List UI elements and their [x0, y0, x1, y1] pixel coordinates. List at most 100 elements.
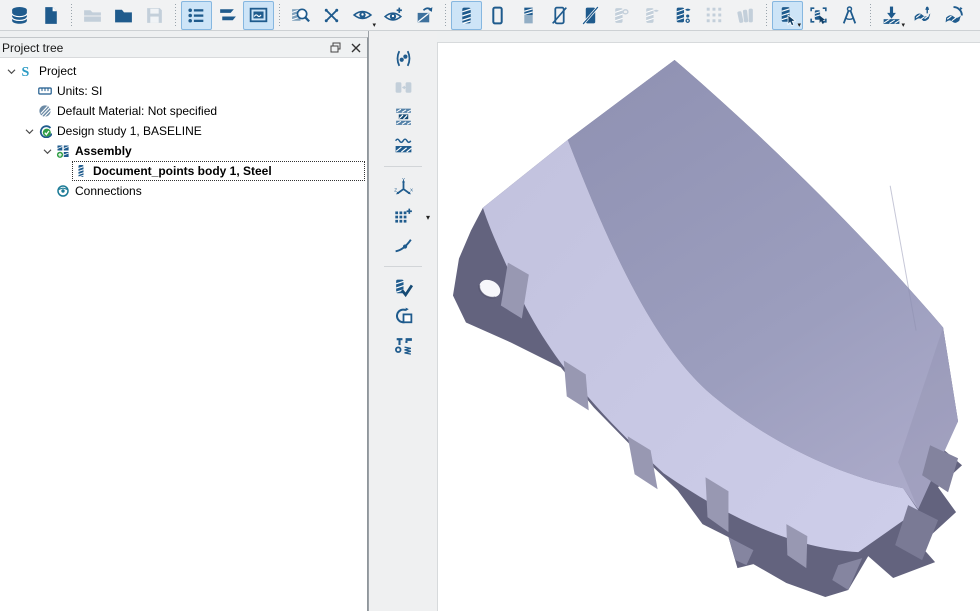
create-points-button[interactable]: ▾: [388, 202, 418, 231]
create-group-button[interactable]: [388, 44, 418, 73]
close-panel-button[interactable]: [347, 40, 364, 55]
constraint-icon: [912, 5, 933, 26]
hide-body-filled-button[interactable]: [575, 1, 606, 30]
chevron-down-icon[interactable]: [40, 148, 54, 155]
apply-load-button[interactable]: ▾: [876, 1, 907, 30]
svg-text:Y: Y: [402, 177, 405, 182]
pick-window-button[interactable]: [803, 1, 834, 30]
float-panel-button[interactable]: [327, 40, 344, 55]
zoom-to-body-button[interactable]: [285, 1, 316, 30]
svg-text:S: S: [22, 65, 30, 78]
open-database-button[interactable]: [4, 1, 35, 30]
tree-item: Connections: [54, 181, 367, 201]
tree-row-assembly[interactable]: Assembly: [0, 141, 367, 161]
body-solid-icon: [456, 5, 477, 26]
assembly-icon: [56, 144, 70, 158]
connections-icon: [56, 184, 70, 198]
toolbar-separator: [384, 266, 422, 267]
tree-item-label: Connections: [75, 184, 142, 198]
body-half-icon: [518, 5, 539, 26]
close-icon: [351, 43, 361, 53]
main-toolbar: ▾ ▾ ▾: [0, 0, 980, 31]
open-folder-icon: [82, 5, 103, 26]
fasteners-button[interactable]: [388, 331, 418, 360]
connect-parts-button[interactable]: [388, 102, 418, 131]
apply-constraint-button[interactable]: [907, 1, 938, 30]
show-body-solid-button[interactable]: [451, 1, 482, 30]
toolbar-separator: [868, 4, 873, 26]
new-document-button[interactable]: [35, 1, 66, 30]
isolate-icon: [414, 5, 435, 26]
show-all-parts-button[interactable]: [730, 1, 761, 30]
open-project-button[interactable]: [77, 1, 108, 30]
pick-box-icon: [808, 5, 829, 26]
mask-points-icon: [673, 5, 694, 26]
viewport-3d[interactable]: [437, 42, 980, 611]
show-body-translucent-button[interactable]: [513, 1, 544, 30]
toggle-project-tree-button[interactable]: [181, 1, 212, 30]
measure-button[interactable]: [834, 1, 865, 30]
tree-item: S Project: [18, 61, 367, 81]
tree-row-connections[interactable]: Connections: [0, 181, 367, 201]
fit-to-view-button[interactable]: [316, 1, 347, 30]
apply-rotation-load-button[interactable]: [938, 1, 969, 30]
show-eye-icon: [383, 5, 404, 26]
toolbar-separator: [277, 4, 282, 26]
chevron-down-icon[interactable]: [4, 68, 18, 75]
replace-part-button[interactable]: [388, 302, 418, 331]
show-body-outline-button[interactable]: [482, 1, 513, 30]
svg-text:Z: Z: [394, 188, 397, 193]
dropdown-caret-icon: ▾: [372, 22, 376, 29]
tree-row-default-material-not-specified[interactable]: Default Material: Not specified: [0, 101, 367, 121]
tree-item-label: Project: [39, 64, 76, 78]
tree-row-units-si[interactable]: Units: SI: [0, 81, 367, 101]
body-slash-outline-icon: [549, 5, 570, 26]
dropdown-caret-icon: ▾: [901, 22, 905, 29]
points-grid-icon: [704, 5, 725, 26]
unmask-body-button[interactable]: [637, 1, 668, 30]
review-geometry-button[interactable]: [388, 273, 418, 302]
tree-row-document-points-body-1-steel[interactable]: Document_points body 1, Steel: [0, 161, 367, 181]
mask-body-button[interactable]: [606, 1, 637, 30]
tree-row-project[interactable]: S Project: [0, 61, 367, 81]
tree-item-label: Units: SI: [57, 84, 102, 98]
folder-icon: [113, 5, 134, 26]
study-icon: [38, 124, 52, 138]
new-document-icon: [40, 5, 61, 26]
import-geometry-button[interactable]: [108, 1, 139, 30]
body-icon: [74, 164, 88, 178]
toggle-display-button[interactable]: [243, 1, 274, 30]
mask-connections-button[interactable]: [668, 1, 699, 30]
chevron-down-icon[interactable]: [22, 128, 36, 135]
tree-row-design-study-1-baseline[interactable]: Design study 1, BASELINE: [0, 121, 367, 141]
coordinate-system-button[interactable]: Y Z X: [388, 173, 418, 202]
pick-part-button[interactable]: ▾: [772, 1, 803, 30]
tree-item-label: Document_points body 1, Steel: [93, 164, 272, 178]
create-curve-button[interactable]: [388, 231, 418, 260]
svg-text:X: X: [410, 188, 413, 193]
save-project-button[interactable]: [139, 1, 170, 30]
measure-icon: [839, 5, 860, 26]
toolbar-separator: [443, 4, 448, 26]
model-document-points-body: [438, 43, 980, 611]
hide-body-outline-button[interactable]: [544, 1, 575, 30]
list-icon: [186, 5, 207, 26]
merge-parts-button[interactable]: [388, 73, 418, 102]
spot-weld-button[interactable]: [388, 131, 418, 160]
tree-item-label: Default Material: Not specified: [57, 104, 217, 118]
hide-bodies-button[interactable]: ▾: [347, 1, 378, 30]
body-slash-filled-icon: [580, 5, 601, 26]
hide-eye-icon: [352, 5, 373, 26]
curve-point-icon: [393, 235, 414, 256]
project-tree-panel: Project tree SProjectUnits: SIDefault Ma…: [0, 37, 368, 611]
show-point-grid-button[interactable]: [699, 1, 730, 30]
tree-item-label: Design study 1, BASELINE: [57, 124, 202, 138]
display-icon: [248, 5, 269, 26]
simsolid-logo: S: [20, 64, 34, 78]
toggle-notes-button[interactable]: [212, 1, 243, 30]
merge-icon: [393, 77, 414, 98]
show-all-bodies-button[interactable]: [378, 1, 409, 30]
isolate-body-button[interactable]: [409, 1, 440, 30]
material-icon: [38, 104, 52, 118]
load-icon: [881, 5, 902, 26]
